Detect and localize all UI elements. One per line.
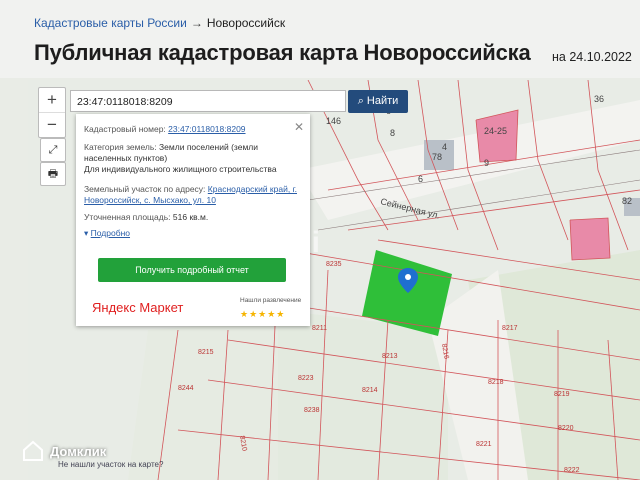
- cadastral-row: Кадастровый номер: 23:47:0118018:8209: [84, 124, 300, 135]
- map-number-label: 9: [484, 158, 489, 168]
- plot-label: 8222: [564, 467, 580, 474]
- not-found-link[interactable]: Не нашли участок на карте?: [58, 460, 163, 469]
- search-button[interactable]: ⌕ Найти: [348, 90, 408, 113]
- area-value: 516 кв.м.: [172, 212, 209, 222]
- search-input[interactable]: 23:47:0118018:8209: [70, 90, 346, 112]
- area-row: Уточненная площадь: 516 кв.м.: [84, 212, 300, 223]
- address-label: Земельный участок по адресу:: [84, 184, 206, 194]
- breadcrumb-arrow: →: [190, 16, 203, 30]
- zoom-out-button[interactable]: −: [39, 112, 65, 137]
- domclick-logo-icon: [23, 440, 43, 461]
- plot-label: 8223: [298, 375, 314, 382]
- get-report-button[interactable]: Получить подробный отчет: [98, 258, 286, 282]
- map-number-label: 8: [390, 128, 395, 138]
- plot-info-card: ✕ Кадастровый номер: 23:47:0118018:8209 …: [76, 114, 310, 326]
- zoom-control: + −: [38, 87, 66, 138]
- category-row: Категория земель: Земли поселений (земли…: [84, 142, 300, 164]
- search-button-label: Найти: [366, 95, 399, 107]
- map-number-label: 146: [326, 116, 341, 126]
- map-number-label: 6: [418, 174, 423, 184]
- address-row: Земельный участок по адресу: Краснодарск…: [84, 184, 300, 206]
- breadcrumb-root-link[interactable]: Кадастровые карты России: [34, 16, 187, 30]
- plot-label: 8213: [382, 353, 398, 360]
- brand-name: Домклик: [50, 444, 107, 459]
- plot-label: 8211: [312, 325, 327, 332]
- plot-label: 8219: [554, 391, 570, 398]
- plot-label: 8217: [502, 325, 518, 332]
- breadcrumb: Кадастровые карты России → Новороссийск: [34, 16, 285, 30]
- more-details-link[interactable]: ▾ Подробно: [84, 228, 300, 239]
- plot-label: 8215: [198, 349, 214, 356]
- building-marker: [570, 218, 610, 260]
- yandex-market-logo[interactable]: Яндекс Маркет: [92, 300, 183, 315]
- page-date: на 24.10.2022: [552, 50, 632, 64]
- plot-label: 8244: [178, 385, 194, 392]
- more-details-label: Подробно: [90, 228, 131, 238]
- page-header: Кадастровые карты России → Новороссийск Пу…: [0, 0, 640, 78]
- plot-label: 8220: [558, 425, 574, 432]
- page-title: Публичная кадастровая карта Новороссийск…: [34, 40, 531, 65]
- map-number-label: 78: [432, 152, 442, 162]
- category-label: Категория земель:: [84, 142, 157, 152]
- use-value: Для индивидуального жилищного строительс…: [84, 164, 277, 174]
- chevron-down-icon: ▾: [84, 228, 89, 238]
- area-label: Уточненная площадь:: [84, 212, 171, 222]
- ad-rating-label: Нашли развлечение: [240, 297, 302, 304]
- plot-label: 8221: [476, 441, 492, 448]
- plot-label: 8235: [326, 261, 342, 268]
- cadastral-label: Кадастровый номер:: [84, 124, 166, 134]
- map-number-label: 36: [594, 94, 604, 104]
- cadastral-number-link[interactable]: 23:47:0118018:8209: [168, 124, 245, 134]
- ad-stars: ★★★★★: [240, 309, 286, 319]
- map-number-label: 4: [442, 142, 447, 152]
- fullscreen-icon[interactable]: ⤢: [40, 138, 66, 162]
- search-icon: ⌕: [357, 95, 364, 107]
- map-number-label: 82: [622, 196, 632, 206]
- plot-label: 8238: [304, 407, 320, 414]
- plot-label: 8218: [488, 379, 504, 386]
- print-icon[interactable]: 🖶: [40, 162, 66, 186]
- map-number-label: 24-25: [484, 126, 507, 136]
- ad-brand: Яндекс Маркет: [92, 300, 184, 315]
- breadcrumb-current: Новороссийск: [206, 16, 286, 30]
- zoom-in-button[interactable]: +: [39, 88, 65, 112]
- plot-label: 8214: [362, 387, 378, 394]
